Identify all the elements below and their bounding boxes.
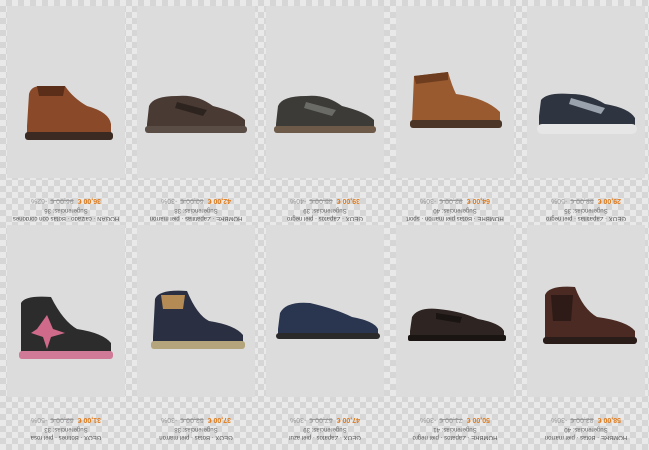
product-card[interactable]: HOMBRE · Zapatos · piel negro Sugerencia…: [396, 225, 514, 443]
price-row: 64,00 €92,00 €-30%: [396, 195, 514, 205]
product-price: 37,00 €: [207, 416, 232, 423]
discount-badge: -30%: [160, 416, 178, 423]
product-size-note: Sugerencias: 35: [564, 207, 608, 213]
product-info: HOMBRE · Botas piel marrón · sport Suger…: [396, 178, 514, 224]
product-info: GEOX · Botines · piel rosa Sugerencias: …: [7, 397, 125, 443]
product-image[interactable]: [266, 225, 384, 397]
price-row: 50,00 €71,00 €-30%: [396, 414, 514, 424]
product-old-price: 53,00 €: [180, 416, 204, 423]
product-info: HOMBRE · Botas · piel marrón Sugerencias…: [527, 397, 645, 443]
product-card[interactable]: HOGAN · calzado · Botas con cordones Sug…: [7, 6, 125, 224]
product-old-price: 62,00 €: [50, 416, 74, 423]
product-image[interactable]: [396, 6, 514, 178]
product-card[interactable]: HOMBRE · Botas · piel marrón Sugerencias…: [527, 225, 645, 443]
product-price: 64,00 €: [466, 197, 491, 204]
price-row: 36,00 €96,00 €-62%: [7, 195, 125, 205]
product-size-note: Sugerencias: 39: [303, 207, 347, 213]
product-card[interactable]: GEOX · Zapatos · piel azul Sugerencias: …: [266, 225, 384, 443]
product-card[interactable]: GEOX · Zapatos · piel negro Sugerencias:…: [266, 6, 384, 224]
product-old-price: 58,00 €: [570, 197, 594, 204]
product-card[interactable]: GEOX · Zapatillas · piel negro Sugerenci…: [527, 6, 645, 224]
product-price: 39,00 €: [336, 197, 361, 204]
product-price: 58,00 €: [597, 416, 622, 423]
product-name[interactable]: GEOX · Botas · piel marrón: [137, 433, 255, 441]
product-name[interactable]: HOMBRE · Botas piel marrón · sport: [396, 214, 514, 222]
product-image[interactable]: [527, 6, 645, 178]
price-row: 39,00 €65,00 €-40%: [266, 195, 384, 205]
price-row: 29,00 €58,00 €-50%: [527, 195, 645, 205]
product-card[interactable]: GEOX · Botas · piel marrón Sugerencias: …: [137, 225, 255, 443]
discount-badge: -30%: [419, 197, 437, 204]
product-info: GEOX · Botas · piel marrón Sugerencias: …: [137, 397, 255, 443]
product-name[interactable]: GEOX · Zapatillas · piel negro: [527, 214, 645, 222]
price-row: 58,00 €83,00 €-30%: [527, 414, 645, 424]
product-size-note: Sugerencias: 38: [174, 207, 218, 213]
product-image[interactable]: [7, 6, 125, 178]
product-image[interactable]: [137, 6, 255, 178]
product-size-note: Sugerencias: 40: [433, 207, 477, 213]
product-info: HOMBRE · Zapatos · piel negro Sugerencia…: [396, 397, 514, 443]
product-size-note: Sugerencias: 40: [564, 426, 608, 432]
product-card[interactable]: HOMBRE · Zapatillas · piel marrón Sugere…: [137, 6, 255, 224]
discount-badge: -50%: [30, 416, 48, 423]
product-card[interactable]: HOMBRE · Botas piel marrón · sport Suger…: [396, 6, 514, 224]
product-image[interactable]: [396, 225, 514, 397]
discount-badge: -30%: [160, 197, 178, 204]
discount-badge: -30%: [289, 416, 307, 423]
product-size-note: Sugerencias: 33: [44, 426, 88, 432]
product-image[interactable]: [527, 225, 645, 397]
price-row: 37,00 €53,00 €-30%: [137, 414, 255, 424]
product-size-note: Sugerencias: 39: [303, 426, 347, 432]
product-name[interactable]: HOMBRE · Zapatillas · piel marrón: [137, 214, 255, 222]
product-info: GEOX · Zapatos · piel negro Sugerencias:…: [266, 178, 384, 224]
product-size-note: Sugerencias: 38: [174, 426, 218, 432]
product-name[interactable]: HOGAN · calzado · Botas con cordones: [7, 214, 125, 222]
discount-badge: -50%: [550, 197, 568, 204]
product-old-price: 83,00 €: [570, 416, 594, 423]
product-old-price: 92,00 €: [439, 197, 463, 204]
product-old-price: 67,00 €: [309, 416, 333, 423]
product-name[interactable]: GEOX · Botines · piel rosa: [7, 433, 125, 441]
product-old-price: 71,00 €: [439, 416, 463, 423]
product-name[interactable]: GEOX · Zapatos · piel negro: [266, 214, 384, 222]
discount-badge: -62%: [30, 197, 48, 204]
discount-badge: -30%: [419, 416, 437, 423]
product-info: GEOX · Zapatillas · piel negro Sugerenci…: [527, 178, 645, 224]
product-info: GEOX · Zapatos · piel azul Sugerencias: …: [266, 397, 384, 443]
product-size-note: Sugerencias: 36: [44, 207, 88, 213]
product-name[interactable]: GEOX · Zapatos · piel azul: [266, 433, 384, 441]
product-old-price: 96,00 €: [50, 197, 74, 204]
product-old-price: 60,00 €: [180, 197, 204, 204]
product-old-price: 65,00 €: [309, 197, 333, 204]
discount-badge: -30%: [550, 416, 568, 423]
product-name[interactable]: HOMBRE · Zapatos · piel negro: [396, 433, 514, 441]
product-size-note: Sugerencias: 41: [433, 426, 477, 432]
product-price: 47,00 €: [336, 416, 361, 423]
product-price: 29,00 €: [597, 197, 622, 204]
product-info: HOMBRE · Zapatillas · piel marrón Sugere…: [137, 178, 255, 224]
price-row: 31,00 €62,00 €-50%: [7, 414, 125, 424]
product-image[interactable]: [137, 225, 255, 397]
product-info: HOGAN · calzado · Botas con cordones Sug…: [7, 178, 125, 224]
product-card[interactable]: GEOX · Botines · piel rosa Sugerencias: …: [7, 225, 125, 443]
product-image[interactable]: [7, 225, 125, 397]
price-row: 47,00 €67,00 €-30%: [266, 414, 384, 424]
product-image[interactable]: [266, 6, 384, 178]
product-price: 50,00 €: [466, 416, 491, 423]
product-name[interactable]: HOMBRE · Botas · piel marrón: [527, 433, 645, 441]
product-price: 36,00 €: [77, 197, 102, 204]
price-row: 42,00 €60,00 €-30%: [137, 195, 255, 205]
discount-badge: -40%: [289, 197, 307, 204]
product-price: 42,00 €: [207, 197, 232, 204]
product-price: 31,00 €: [77, 416, 102, 423]
